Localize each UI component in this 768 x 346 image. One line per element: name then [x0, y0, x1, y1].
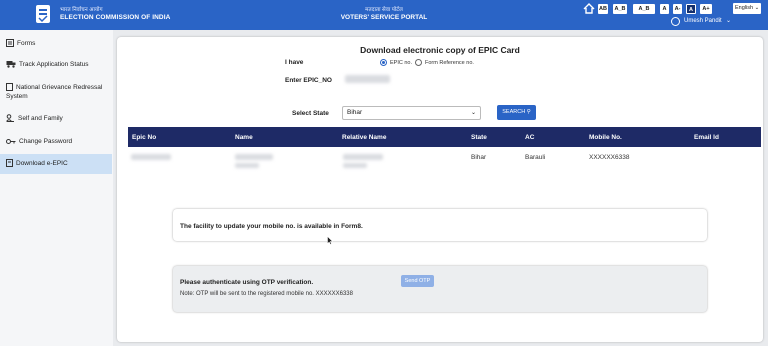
font-button-spacing[interactable]: A_B [633, 4, 655, 14]
col-email: Email Id [694, 134, 719, 141]
font-button-contrast-light[interactable]: A [660, 4, 669, 14]
page-title: Download electronic copy of EPIC Card [360, 45, 520, 55]
sidebar-item-self-family[interactable]: Self and Family [0, 114, 112, 126]
relative-name-redacted [343, 154, 383, 160]
radio-form-reference[interactable] [415, 59, 422, 66]
people-icon [6, 114, 14, 123]
form8-notice: The facility to update your mobile no. i… [173, 209, 707, 241]
sidebar-item-track-status[interactable]: Track Application Status [0, 60, 112, 72]
language-value: English [735, 5, 754, 11]
radio-epic-no[interactable] [380, 59, 387, 66]
radio-form-reference-label: Form Reference no. [425, 60, 474, 66]
enter-epic-label: Enter EPIC_NO [285, 77, 332, 84]
otp-title: Please authenticate using OTP verificati… [180, 279, 314, 286]
relative-name-redacted [343, 163, 367, 168]
send-otp-button[interactable]: Send OTP [401, 275, 434, 287]
font-button-default[interactable]: A [686, 4, 696, 14]
state-select[interactable]: Bihar ⌄ [342, 106, 481, 120]
user-avatar-icon[interactable] [671, 17, 680, 26]
home-icon[interactable] [583, 3, 595, 14]
epic-no-redacted [131, 154, 171, 160]
forms-icon [6, 39, 14, 48]
i-have-label: I have [285, 59, 304, 66]
sidebar-item-forms[interactable]: Forms [0, 39, 112, 51]
sidebar-item-change-password[interactable]: Change Password [0, 137, 112, 149]
radio-epic-no-label: EPIC no. [390, 60, 413, 66]
name-redacted [235, 154, 273, 160]
sidebar-item-label: Self and Family [18, 115, 63, 122]
form8-notice-text: The facility to update your mobile no. i… [180, 223, 363, 230]
col-name: Name [235, 134, 253, 141]
col-epic-no: Epic No [132, 134, 157, 141]
sidebar: Forms Track Application Status National … [0, 30, 113, 346]
cell-ac: Barauli [525, 154, 546, 161]
cell-state: Bihar [471, 154, 487, 161]
font-button-increase[interactable]: A+ [700, 4, 712, 14]
chevron-down-icon[interactable]: ⌄ [726, 17, 731, 24]
otp-note: Note: OTP will be sent to the registered… [180, 291, 353, 297]
col-state: State [471, 134, 487, 141]
sidebar-item-label: Change Password [19, 138, 73, 145]
name-redacted [235, 163, 259, 168]
font-button-normal[interactable]: AB [598, 4, 608, 14]
sidebar-item-label: National Grievance Redressal System [6, 84, 103, 100]
otp-panel: Please authenticate using OTP verificati… [173, 266, 707, 312]
search-button-label: SEARCH [502, 109, 526, 115]
language-select[interactable]: English ⌄ [733, 3, 761, 14]
portal-title: VOTERS' SERVICE PORTAL [340, 14, 428, 21]
top-header: भारत निर्वाचन आयोग ELECTION COMMISSION O… [0, 0, 768, 30]
results-table-header: Epic No Name Relative Name State AC Mobi… [128, 127, 761, 147]
sidebar-item-label: Forms [17, 40, 36, 47]
sidebar-item-label: Download e-EPIC [16, 160, 68, 167]
col-mobile: Mobile No. [589, 134, 622, 141]
main-panel: Download electronic copy of EPIC Card I … [117, 37, 763, 342]
select-state-label: Select State [292, 110, 329, 117]
epic-input-redacted[interactable] [345, 75, 390, 83]
cell-mobile: XXXXXX6338 [589, 154, 630, 161]
document-icon [6, 83, 13, 92]
col-ac: AC [525, 134, 535, 141]
truck-icon [6, 61, 16, 68]
search-button[interactable]: SEARCH ⚲ [497, 105, 536, 120]
search-icon: ⚲ [526, 109, 531, 115]
chevron-down-icon: ⌄ [470, 110, 476, 116]
mouse-cursor-icon [327, 236, 333, 245]
key-icon [6, 138, 16, 144]
state-value: Bihar [347, 109, 363, 116]
col-relative-name: Relative Name [342, 134, 387, 141]
sidebar-item-download-epic[interactable]: Download e-EPIC [0, 154, 112, 174]
sidebar-item-label: Track Application Status [19, 61, 89, 68]
sidebar-item-grievance[interactable]: National Grievance Redressal System [0, 83, 112, 103]
user-name[interactable]: Umesh Pandit [684, 18, 722, 24]
font-button-underline[interactable]: A_B [613, 4, 627, 14]
font-button-decrease[interactable]: A- [673, 4, 682, 14]
download-icon [6, 159, 13, 168]
